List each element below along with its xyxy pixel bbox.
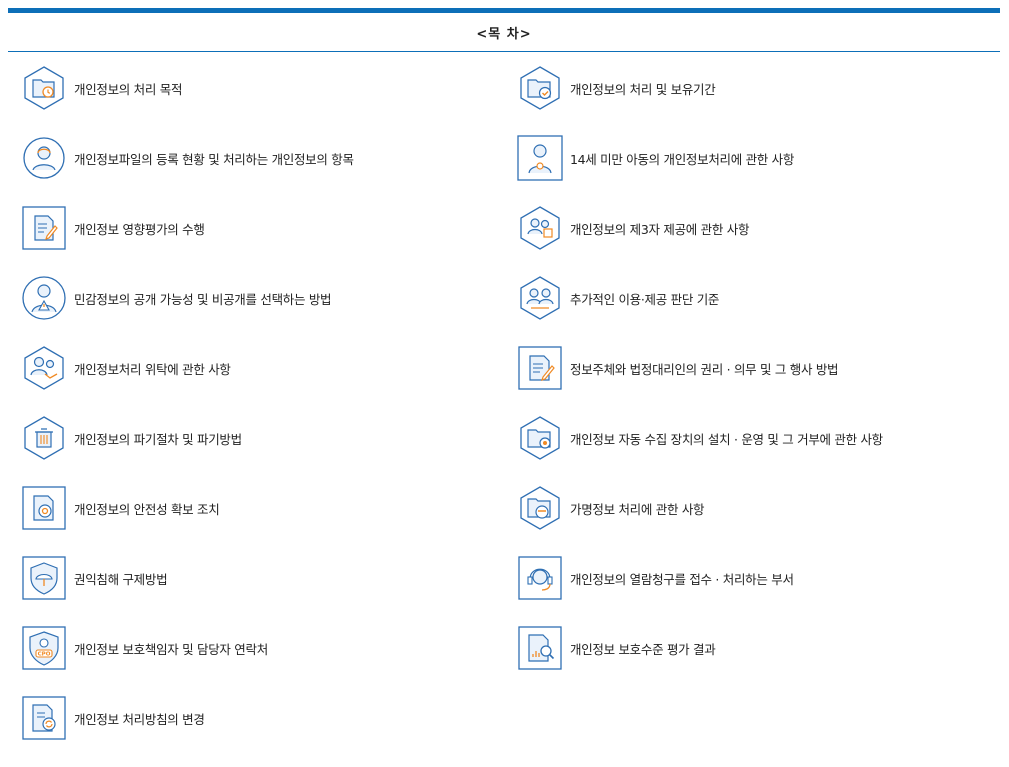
toc-item-destruction[interactable]: 개인정보의 파기절차 및 파기방법 — [20, 403, 490, 473]
toc-item-label: 정보주체와 법정대리인의 권리 · 의무 및 그 행사 방법 — [570, 361, 839, 377]
toc-list: 개인정보의 처리 목적 개인정보의 처리 및 보유기간 개인정보파일의 등록 현… — [0, 53, 1009, 767]
toc-item-label: 추가적인 이용·제공 판단 기준 — [570, 291, 720, 307]
toc-item-access-department[interactable]: 개인정보의 열람청구를 접수 · 처리하는 부서 — [516, 543, 986, 613]
toc-item-outsourcing[interactable]: 개인정보처리 위탁에 관한 사항 — [20, 333, 490, 403]
document-search-icon — [516, 624, 564, 672]
toc-item-label: 개인정보의 처리 및 보유기간 — [570, 81, 716, 97]
toc-item-label: 개인정보 자동 수집 장치의 설치 · 운영 및 그 거부에 관한 사항 — [570, 431, 883, 447]
toc-item-label: 개인정보의 처리 목적 — [74, 81, 183, 97]
svg-text:CPO: CPO — [38, 652, 51, 658]
toc-item-label: 개인정보 보호수준 평가 결과 — [570, 641, 716, 657]
toc-item-label: 개인정보 보호책임자 및 담당자 연락처 — [74, 641, 268, 657]
cpo-badge-icon: CPO — [20, 624, 68, 672]
toc-item-children-under-14[interactable]: 14세 미만 아동의 개인정보처리에 관한 사항 — [516, 123, 986, 193]
users-delegate-icon — [20, 344, 68, 392]
toc-item-label: 개인정보의 파기절차 및 파기방법 — [74, 431, 242, 447]
toc-item-label: 개인정보 영향평가의 수행 — [74, 221, 205, 237]
child-user-icon — [516, 134, 564, 182]
toc-item-additional-use[interactable]: 추가적인 이용·제공 판단 기준 — [516, 263, 986, 333]
toc-item-label: 민감정보의 공개 가능성 및 비공개를 선택하는 방법 — [74, 291, 332, 307]
toc-item-processing-purpose[interactable]: 개인정보의 처리 목적 — [20, 53, 490, 123]
toc-item-label: 개인정보의 제3자 제공에 관한 사항 — [570, 221, 750, 237]
toc-item-evaluation-result[interactable]: 개인정보 보호수준 평가 결과 — [516, 613, 986, 683]
toc-item-impact-assessment[interactable]: 개인정보 영향평가의 수행 — [20, 193, 490, 263]
toc-item-sensitive-info[interactable]: 민감정보의 공개 가능성 및 비공개를 선택하는 방법 — [20, 263, 490, 333]
folder-gear-icon — [516, 414, 564, 462]
toc-item-label: 14세 미만 아동의 개인정보처리에 관한 사항 — [570, 151, 795, 167]
toc-item-pseudonymized[interactable]: 가명정보 처리에 관한 사항 — [516, 473, 986, 543]
toc-item-auto-collection[interactable]: 개인정보 자동 수집 장치의 설치 · 운영 및 그 거부에 관한 사항 — [516, 403, 986, 473]
shield-umbrella-icon — [20, 554, 68, 602]
document-sign-icon — [516, 344, 564, 392]
users-share-icon — [516, 204, 564, 252]
folder-clock-icon — [20, 64, 68, 112]
user-warning-icon — [20, 274, 68, 322]
document-edit-icon — [20, 204, 68, 252]
document-shield-icon — [20, 484, 68, 532]
toc-item-label: 개인정보의 열람청구를 접수 · 처리하는 부서 — [570, 571, 794, 587]
title-divider — [8, 51, 1000, 52]
folder-mask-icon — [516, 484, 564, 532]
toc-item-policy-change[interactable]: 개인정보 처리방침의 변경 — [20, 683, 490, 753]
toc-item-label: 개인정보파일의 등록 현황 및 처리하는 개인정보의 항목 — [74, 151, 354, 167]
user-profile-icon — [20, 134, 68, 182]
toc-item-remedy[interactable]: 권익침해 구제방법 — [20, 543, 490, 613]
toc-item-label: 권익침해 구제방법 — [74, 571, 168, 587]
toc-item-retention-period[interactable]: 개인정보의 처리 및 보유기간 — [516, 53, 986, 123]
toc-item-label: 개인정보의 안전성 확보 조치 — [74, 501, 220, 517]
toc-item-file-registration[interactable]: 개인정보파일의 등록 현황 및 처리하는 개인정보의 항목 — [20, 123, 490, 193]
trash-icon — [20, 414, 68, 462]
toc-item-label: 가명정보 처리에 관한 사항 — [570, 501, 705, 517]
users-criteria-icon — [516, 274, 564, 322]
toc-title: <목 차> — [476, 26, 532, 42]
toc-item-third-party[interactable]: 개인정보의 제3자 제공에 관한 사항 — [516, 193, 986, 263]
headset-icon — [516, 554, 564, 602]
toc-item-label: 개인정보 처리방침의 변경 — [74, 711, 205, 727]
toc-item-label: 개인정보처리 위탁에 관한 사항 — [74, 361, 231, 377]
toc-item-rights-obligations[interactable]: 정보주체와 법정대리인의 권리 · 의무 및 그 행사 방법 — [516, 333, 986, 403]
toc-item-cpo-contacts[interactable]: CPO 개인정보 보호책임자 및 담당자 연락처 — [20, 613, 490, 683]
document-refresh-icon — [20, 694, 68, 742]
folder-check-icon — [516, 64, 564, 112]
toc-item-security-measures[interactable]: 개인정보의 안전성 확보 조치 — [20, 473, 490, 543]
